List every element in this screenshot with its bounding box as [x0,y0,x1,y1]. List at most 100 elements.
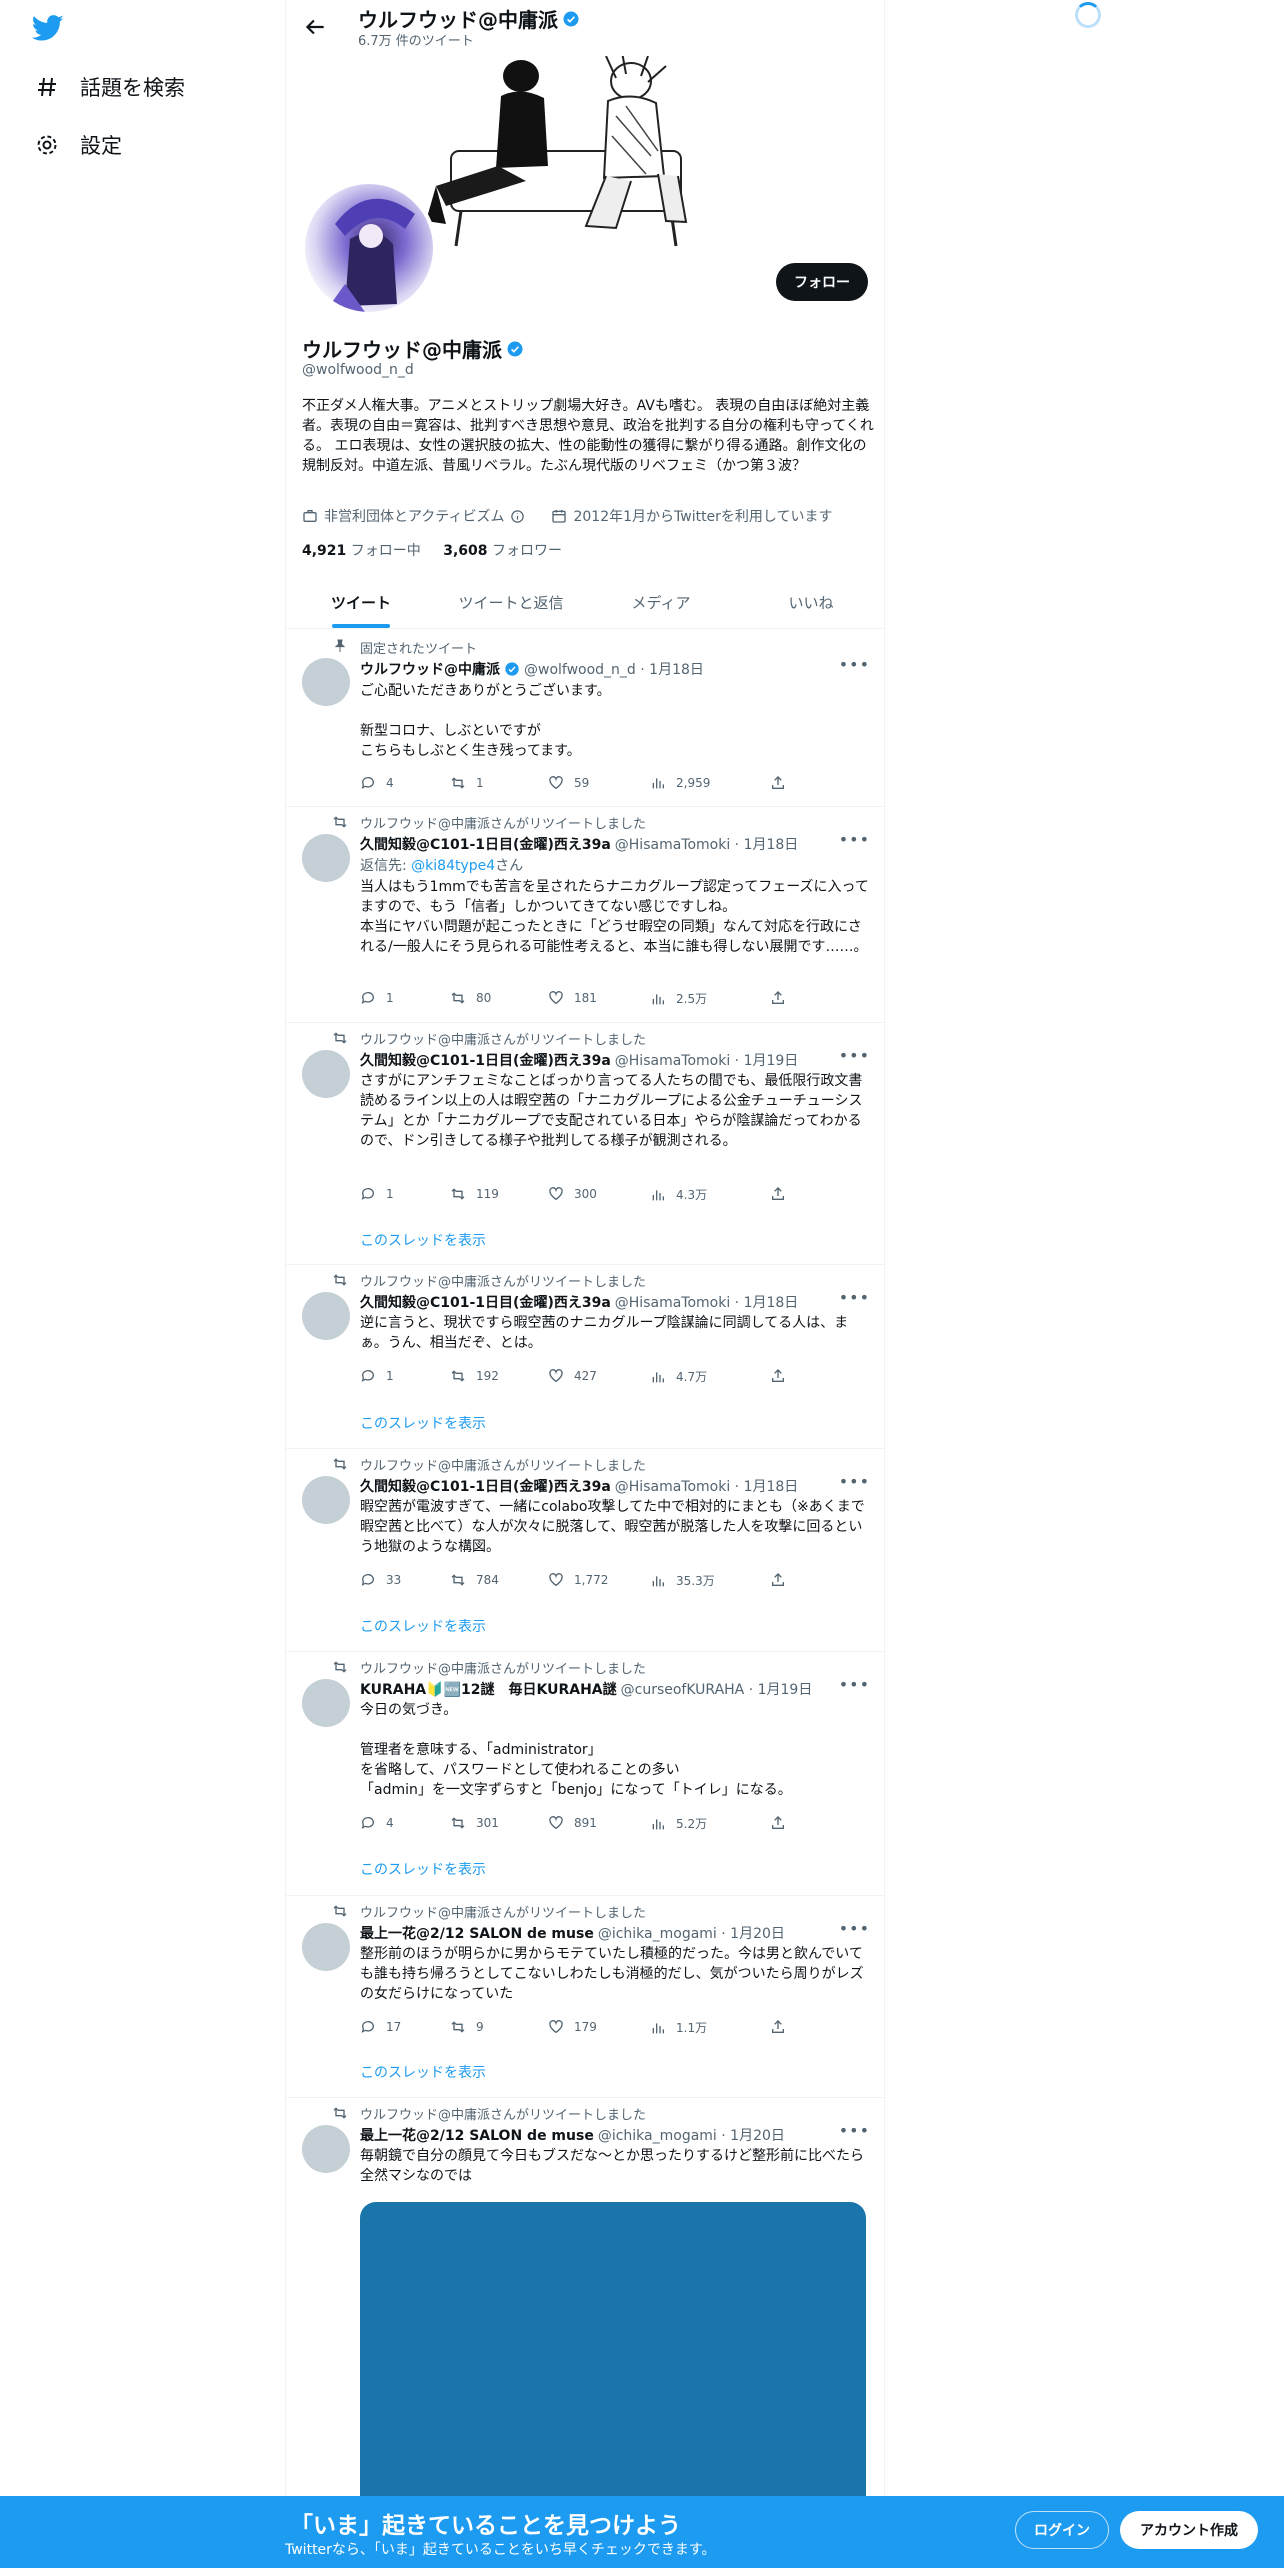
avatar[interactable] [302,1050,350,1098]
tweet[interactable]: ウルフウッド@中庸派さんがリツイートしました 久間知毅@C101-1日目(金曜)… [286,1023,884,1265]
retweet-button[interactable]: 119 [450,1186,499,1202]
like-button[interactable]: 179 [548,2019,597,2035]
reply-button[interactable]: 17 [360,2019,401,2035]
like-button[interactable]: 300 [548,1186,597,1202]
views-button[interactable]: 5.2万 [650,1815,707,1832]
retweet-button[interactable]: 9 [450,2019,484,2035]
share-button[interactable] [770,1368,786,1384]
login-button[interactable]: ログイン [1015,2511,1109,2549]
views-icon [652,2022,664,2033]
share-button[interactable] [770,2019,786,2035]
reply-button[interactable]: 1 [360,1368,394,1384]
like-button[interactable]: 1,772 [548,1572,608,1588]
retweet-button[interactable]: 301 [450,1815,499,1831]
avatar[interactable] [302,1679,350,1727]
show-thread-link[interactable]: このスレッドを表示 [360,2062,486,2082]
more-icon[interactable]: ••• [839,655,870,674]
like-button[interactable]: 181 [548,990,597,1006]
reply-button[interactable]: 33 [360,1572,401,1588]
show-thread-link[interactable]: このスレッドを表示 [360,1230,486,1250]
more-icon[interactable]: ••• [839,830,870,849]
show-thread-link[interactable]: このスレッドを表示 [360,1413,486,1433]
reply-button[interactable]: 1 [360,990,394,1006]
tweet-author-name[interactable]: ウルフウッド@中庸派 [360,659,500,679]
tweet[interactable]: ウルフウッド@中庸派さんがリツイートしました 久間知毅@C101-1日目(金曜)… [286,1265,884,1449]
avatar[interactable] [302,1923,350,1971]
signup-button[interactable]: アカウント作成 [1120,2511,1258,2549]
like-button[interactable]: 891 [548,1815,597,1831]
like-button[interactable]: 427 [548,1368,597,1384]
tweet-author-name[interactable]: 久間知毅@C101-1日目(金曜)西え39a [360,834,611,854]
reply-button[interactable]: 1 [360,1186,394,1202]
more-icon[interactable]: ••• [839,1919,870,1938]
follow-button[interactable]: フォロー [776,263,868,301]
nav-settings[interactable]: 設定 [34,125,122,165]
avatar[interactable] [302,1476,350,1524]
views-button[interactable]: 4.3万 [650,1186,707,1203]
profile-avatar-illustration [325,198,415,312]
profile-tabs: ツイート ツイートと返信 メディア いいね [286,576,884,629]
tweet-author-name[interactable]: 久間知毅@C101-1日目(金曜)西え39a [360,1292,611,1312]
tweet[interactable]: ウルフウッド@中庸派さんがリツイートしました 久間知毅@C101-1日目(金曜)… [286,1449,884,1652]
tweet[interactable]: 固定されたツイート ウルフウッド@中庸派 @wolfwood_n_d · 1月1… [286,629,884,807]
avatar[interactable] [302,2125,350,2173]
tweet-handle-date[interactable]: @curseofKURAHA · 1月19日 [621,1679,813,1699]
share-button[interactable] [770,990,786,1006]
back-arrow-icon[interactable] [302,14,328,40]
tweet-author-name[interactable]: 最上一花@2/12 SALON de muse [360,2125,594,2145]
share-button[interactable] [770,1186,786,1202]
followers-link[interactable]: 3,608 フォロワー [443,543,562,559]
following-link[interactable]: 4,921 フォロー中 [302,543,421,559]
more-icon[interactable]: ••• [839,2121,870,2140]
avatar[interactable] [302,834,350,882]
tweet-handle-date[interactable]: @HisamaTomoki · 1月18日 [615,834,799,854]
tab-media[interactable]: メディア [586,576,736,628]
views-button[interactable]: 1.1万 [650,2019,707,2036]
tweet[interactable]: ウルフウッド@中庸派さんがリツイートしました 最上一花@2/12 SALON d… [286,1896,884,2098]
info-icon[interactable] [510,509,525,524]
profile-category[interactable]: 非営利団体とアクティビズム [324,506,504,526]
tweet-handle-date[interactable]: @HisamaTomoki · 1月18日 [615,1292,799,1312]
avatar[interactable] [302,1292,350,1340]
views-button[interactable]: 2,959 [650,775,710,791]
tab-tweets[interactable]: ツイート [286,576,436,628]
avatar[interactable] [302,658,350,706]
retweet-button[interactable]: 80 [450,990,491,1006]
more-icon[interactable]: ••• [839,1675,870,1694]
tweet-media[interactable] [360,2202,866,2522]
tab-tweets-and-replies[interactable]: ツイートと返信 [436,576,586,628]
tweet-handle-date[interactable]: @HisamaTomoki · 1月19日 [615,1050,799,1070]
show-thread-link[interactable]: このスレッドを表示 [360,1859,486,1879]
share-button[interactable] [770,775,786,791]
tweet[interactable]: ウルフウッド@中庸派さんがリツイートしました KURAHA🔰🆕12謎 毎日KUR… [286,1652,884,1896]
tweet-handle-date[interactable]: @ichika_mogami · 1月20日 [598,1923,785,1943]
retweet-button[interactable]: 784 [450,1572,499,1588]
tweet-author-name[interactable]: KURAHA🔰🆕12謎 毎日KURAHA謎 [360,1679,617,1699]
retweet-button[interactable]: 1 [450,775,484,791]
tweet[interactable]: ウルフウッド@中庸派さんがリツイートしました 久間知毅@C101-1日目(金曜)… [286,807,884,1023]
tweet-handle-date[interactable]: @ichika_mogami · 1月20日 [598,2125,785,2145]
more-icon[interactable]: ••• [839,1472,870,1491]
reply-button[interactable]: 4 [360,775,394,791]
tweet-author-name[interactable]: 久間知毅@C101-1日目(金曜)西え39a [360,1050,611,1070]
reply-to-link[interactable]: @ki84type4 [411,858,495,874]
tab-likes[interactable]: いいね [736,576,884,628]
share-button[interactable] [770,1815,786,1831]
twitter-logo-icon[interactable] [30,12,66,44]
like-button[interactable]: 59 [548,775,589,791]
views-button[interactable]: 2.5万 [650,990,707,1007]
tweet-author-name[interactable]: 最上一花@2/12 SALON de muse [360,1923,594,1943]
nav-explore[interactable]: 話題を検索 [34,67,185,107]
views-button[interactable]: 35.3万 [650,1572,715,1589]
share-button[interactable] [770,1572,786,1588]
show-thread-link[interactable]: このスレッドを表示 [360,1616,486,1636]
retweet-button[interactable]: 192 [450,1368,499,1384]
more-icon[interactable]: ••• [839,1288,870,1307]
tweet-handle-date[interactable]: @HisamaTomoki · 1月18日 [615,1476,799,1496]
reply-button[interactable]: 4 [360,1815,394,1831]
more-icon[interactable]: ••• [839,1046,870,1065]
tweet-handle-date[interactable]: @wolfwood_n_d · 1月18日 [524,659,704,679]
views-button[interactable]: 4.7万 [650,1368,707,1385]
profile-avatar[interactable] [301,180,437,316]
tweet-author-name[interactable]: 久間知毅@C101-1日目(金曜)西え39a [360,1476,611,1496]
